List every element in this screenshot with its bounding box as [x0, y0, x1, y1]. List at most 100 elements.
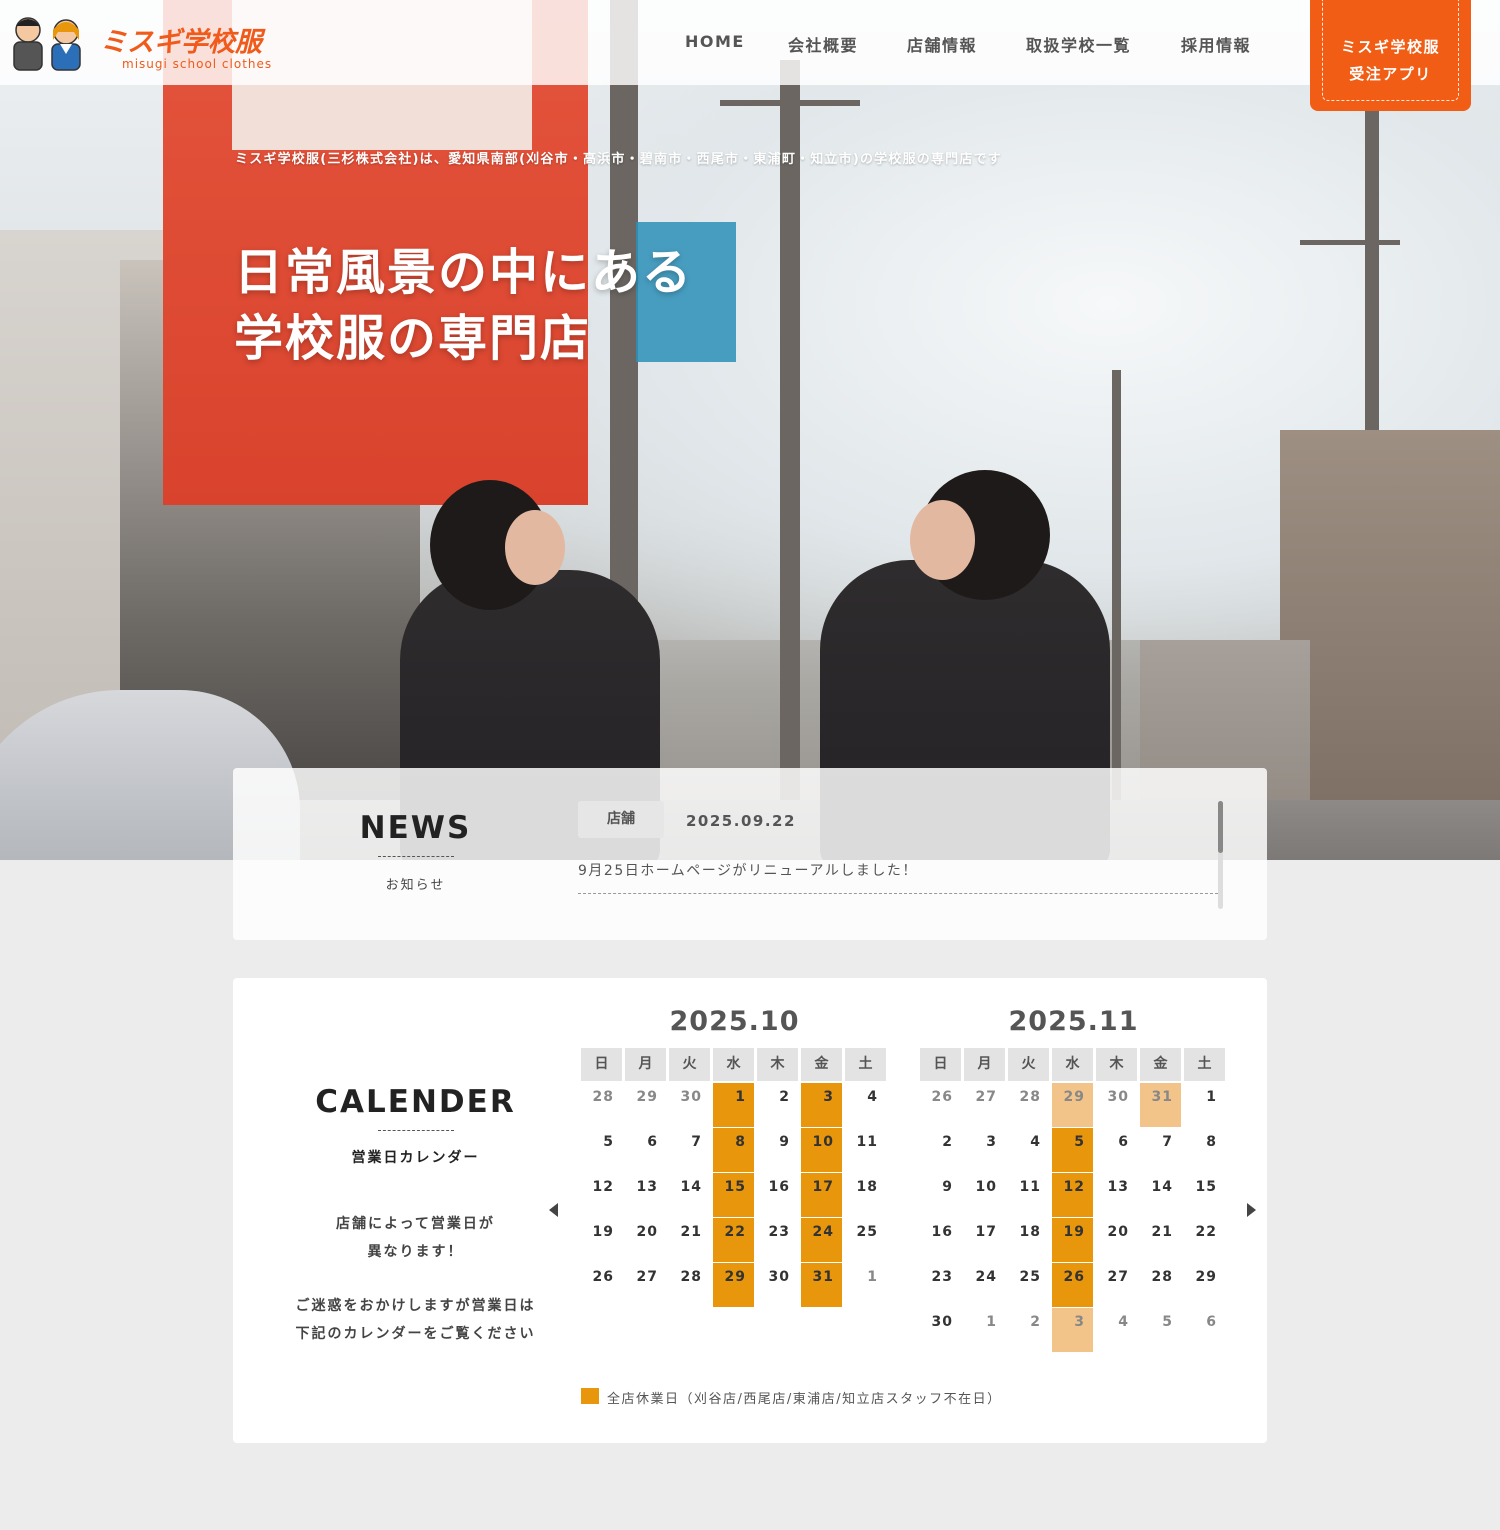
order-app-label-2: 受注アプリ — [1349, 65, 1432, 83]
news-item-link[interactable]: 9月25日ホームページがリニューアルしました！ — [578, 860, 918, 880]
closed-day-legend-swatch — [581, 1388, 599, 1404]
calendar-day: 27 — [975, 1089, 997, 1105]
closed-day-legend-text: 全店休業日（刈谷店/西尾店/東浦店/知立店スタッフ不在日） — [607, 1392, 1002, 1407]
logo-subtext: misugi school clothes — [122, 57, 273, 71]
news-divider — [578, 893, 1218, 894]
calendar-day: 24 — [975, 1269, 997, 1285]
calendar-day-closed: 12 — [1052, 1173, 1093, 1217]
weekday-label: 月 — [625, 1048, 666, 1081]
calendar-day: 6 — [1118, 1134, 1129, 1150]
news-category-badge: 店舗 — [578, 801, 664, 838]
calendar-note-2: ご迷惑をおかけしますが営業日は 下記のカレンダーをご覧ください — [253, 1292, 578, 1348]
calendar-day: 7 — [1162, 1134, 1173, 1150]
calendar-day: 10 — [975, 1179, 997, 1195]
calendar-day: 28 — [1151, 1269, 1173, 1285]
calendar-note-1: 店舗によって営業日が 異なります！ — [253, 1210, 578, 1266]
calendar-day: 9 — [779, 1134, 790, 1150]
news-subtitle: お知らせ — [385, 878, 446, 893]
calendar-day: 2 — [1030, 1314, 1041, 1330]
calendar-day-closed: 17 — [801, 1173, 842, 1217]
calendar-day-closed: 29 — [713, 1263, 754, 1307]
weekday-label: 木 — [757, 1048, 798, 1081]
calendar-day: 11 — [856, 1134, 878, 1150]
calendar-day: 14 — [1151, 1179, 1173, 1195]
calendar-day-closed: 29 — [1052, 1083, 1093, 1127]
calendar-day: 26 — [931, 1089, 953, 1105]
hero-title-line1: 日常風景の中にある — [234, 244, 694, 301]
order-app-label-1: ミスギ学校服 — [1340, 38, 1440, 56]
weekday-label: 金 — [801, 1048, 842, 1081]
calendar-day: 21 — [680, 1224, 702, 1240]
calendar-note-2-line2: 下記のカレンダーをご覧ください — [295, 1326, 536, 1342]
calendar-day: 1 — [1206, 1089, 1217, 1105]
order-app-button[interactable]: ミスギ学校服 受注アプリ — [1310, 0, 1471, 111]
calendar-day: 1 — [867, 1269, 878, 1285]
month-title: 2025.10 — [669, 1006, 800, 1037]
prev-month-arrow-icon[interactable] — [549, 1203, 558, 1217]
calendar-day: 23 — [931, 1269, 953, 1285]
calendar-day: 25 — [1019, 1269, 1041, 1285]
calendar-day-closed: 31 — [1140, 1083, 1181, 1127]
calendar-note-1-line2: 異なります！ — [367, 1244, 464, 1260]
weekday-label: 水 — [713, 1048, 754, 1081]
calendar-section: CALENDER 営業日カレンダー 店舗によって営業日が 異なります！ ご迷惑を… — [233, 978, 1267, 1443]
calendar-day: 2 — [942, 1134, 953, 1150]
calendar-day: 18 — [1019, 1224, 1041, 1240]
nav-recruit[interactable]: 採用情報 — [1181, 32, 1271, 55]
calendar-day-closed: 31 — [801, 1263, 842, 1307]
calendar-day: 28 — [592, 1089, 614, 1105]
calendar-day-closed: 22 — [713, 1218, 754, 1262]
calendar-day: 11 — [1019, 1179, 1041, 1195]
calendar-day: 6 — [647, 1134, 658, 1150]
calendar-day: 22 — [1195, 1224, 1217, 1240]
calendar-day: 13 — [636, 1179, 658, 1195]
news-section: NEWS お知らせ 店舗 2025.09.22 9月25日ホームページがリニュー… — [233, 768, 1267, 940]
calendar-day: 5 — [1162, 1314, 1173, 1330]
logo-text[interactable]: ミスギ学校服 — [100, 20, 280, 59]
calendar-day: 18 — [856, 1179, 878, 1195]
calendar-day-closed: 10 — [801, 1128, 842, 1172]
calendar-day-closed: 19 — [1052, 1218, 1093, 1262]
calendar-day: 28 — [1019, 1089, 1041, 1105]
calendar-title-divider — [378, 1130, 454, 1131]
weekday-header-row: 日月火水木金土 — [581, 1048, 888, 1081]
weekday-label: 火 — [669, 1048, 710, 1081]
calendar-day: 13 — [1107, 1179, 1129, 1195]
nav-schools[interactable]: 取扱学校一覧 — [1026, 32, 1181, 55]
calendar-day: 14 — [680, 1179, 702, 1195]
news-scrollbar-thumb[interactable] — [1218, 801, 1223, 853]
calendar-day: 16 — [768, 1179, 790, 1195]
calendar-day: 30 — [680, 1089, 702, 1105]
news-title: NEWS — [359, 810, 472, 846]
nav-stores[interactable]: 店舗情報 — [907, 32, 1026, 55]
calendar-day: 28 — [680, 1269, 702, 1285]
hero-image — [0, 0, 1500, 860]
next-month-arrow-icon[interactable] — [1247, 1203, 1256, 1217]
nav-home[interactable]: HOME — [685, 32, 788, 54]
calendar-day: 30 — [1107, 1089, 1129, 1105]
calendar-day: 30 — [931, 1314, 953, 1330]
weekday-label: 火 — [1008, 1048, 1049, 1081]
weekday-label: 日 — [920, 1048, 961, 1081]
calendar-day-closed: 8 — [713, 1128, 754, 1172]
calendar-day: 25 — [856, 1224, 878, 1240]
calendar-day-closed: 3 — [801, 1083, 842, 1127]
calendar-day-closed: 26 — [1052, 1263, 1093, 1307]
calendar-day-closed: 1 — [713, 1083, 754, 1127]
calendar-day: 27 — [1107, 1269, 1129, 1285]
hero-subtitle: ミスギ学校服(三杉株式会社)は、愛知県南部(刈谷市・高浜市・碧南市・西尾市・東浦… — [235, 152, 1002, 167]
calendar-day: 29 — [636, 1089, 658, 1105]
calendar-day: 15 — [1195, 1179, 1217, 1195]
news-date: 2025.09.22 — [686, 812, 796, 830]
mascot-logo-icon[interactable] — [6, 12, 90, 72]
weekday-label: 月 — [964, 1048, 1005, 1081]
calendar-day: 2 — [779, 1089, 790, 1105]
month-title: 2025.11 — [1008, 1006, 1139, 1037]
nav-company[interactable]: 会社概要 — [788, 32, 907, 55]
calendar-day: 19 — [592, 1224, 614, 1240]
calendar-day: 17 — [975, 1224, 997, 1240]
calendar-subtitle: 営業日カレンダー — [351, 1150, 480, 1166]
calendar-day: 1 — [986, 1314, 997, 1330]
calendar-day: 20 — [1107, 1224, 1129, 1240]
calendar-day: 7 — [691, 1134, 702, 1150]
